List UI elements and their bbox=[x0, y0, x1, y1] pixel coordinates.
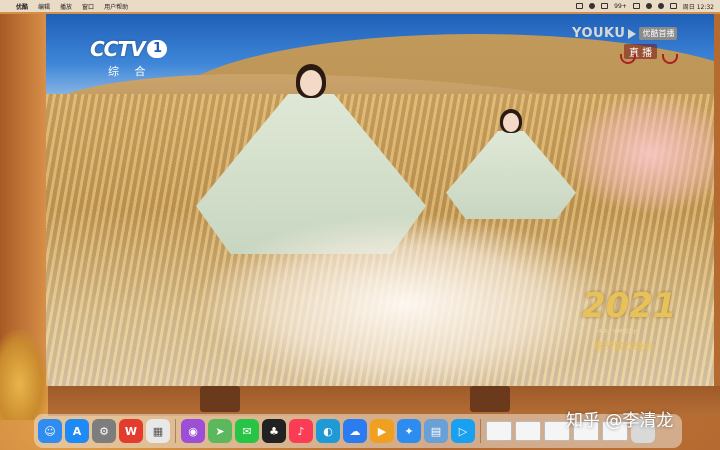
baidu-netdisk-icon[interactable]: ☁ bbox=[343, 419, 367, 443]
status-window-icon[interactable] bbox=[601, 3, 609, 9]
video-pink-mist bbox=[566, 94, 714, 214]
dock-minimized-window[interactable] bbox=[515, 421, 541, 441]
wechat-icon[interactable]: ✉ bbox=[235, 419, 259, 443]
menu-bar: 优酷 编辑 播放 窗口 用户帮助 99+ 周日 12:32 bbox=[0, 0, 720, 12]
channel-logo: CCTV 1 bbox=[90, 37, 168, 61]
youku-text: YOUKU bbox=[572, 26, 626, 41]
search-icon[interactable] bbox=[657, 3, 664, 9]
control-center-icon[interactable] bbox=[669, 3, 677, 9]
youku-play-icon bbox=[628, 28, 637, 39]
status-area: 99+ 周日 12:32 bbox=[576, 2, 720, 11]
dancer-second bbox=[446, 109, 576, 219]
wps-icon[interactable]: W bbox=[119, 419, 143, 443]
preview-icon[interactable]: ▤ bbox=[424, 419, 448, 443]
music-icon[interactable]: ♪ bbox=[289, 419, 313, 443]
status-dot-icon[interactable] bbox=[589, 3, 596, 9]
youku-icon[interactable]: ▷ bbox=[451, 419, 475, 443]
gala-broadcaster: 中央广播电视总台 bbox=[598, 329, 639, 335]
menu-play[interactable]: 播放 bbox=[55, 2, 77, 11]
status-app-icon[interactable] bbox=[576, 3, 584, 9]
wallpaper-chair bbox=[470, 386, 510, 412]
zhihu-watermark: 知乎 @李清龙 bbox=[566, 411, 674, 431]
wallpaper-character-left bbox=[0, 330, 48, 420]
battery-icon[interactable] bbox=[632, 3, 640, 9]
menu-app-name[interactable]: 优酷 bbox=[14, 2, 33, 11]
gala-title: 春节联欢晚会 bbox=[594, 342, 654, 353]
gala-logo: 2021 中央广播电视总台 春节联欢晚会 bbox=[582, 286, 682, 356]
safari-icon[interactable]: ✦ bbox=[397, 419, 421, 443]
podcasts-icon[interactable]: ◉ bbox=[181, 419, 205, 443]
video-white-mist bbox=[196, 214, 616, 386]
channel-logo-text: CCTV bbox=[90, 37, 145, 61]
launchpad-icon[interactable]: ▦ bbox=[146, 419, 170, 443]
menu-window[interactable]: 窗口 bbox=[77, 2, 99, 11]
youku-badge: 优酷首播 bbox=[639, 27, 678, 40]
edge-icon[interactable]: ◐ bbox=[316, 419, 340, 443]
finder-icon[interactable]: ☺ bbox=[38, 419, 62, 443]
system-preferences-icon[interactable]: ⚙ bbox=[92, 419, 116, 443]
maps-icon[interactable]: ➤ bbox=[208, 419, 232, 443]
wallpaper-chair bbox=[200, 386, 240, 412]
qq-icon[interactable]: ♣ bbox=[262, 419, 286, 443]
menu-edit[interactable]: 编辑 bbox=[33, 2, 55, 11]
channel-name: 综 合 bbox=[108, 65, 152, 78]
gala-year: 2021 bbox=[582, 286, 677, 326]
battery-label[interactable]: 99+ bbox=[614, 3, 627, 10]
dock-separator bbox=[480, 419, 481, 443]
dock-minimized-window[interactable] bbox=[486, 421, 512, 441]
wifi-icon[interactable] bbox=[645, 3, 652, 9]
dock-separator bbox=[175, 419, 176, 443]
menu-clock[interactable]: 周日 12:32 bbox=[683, 2, 714, 11]
menu-help[interactable]: 用户帮助 bbox=[99, 2, 133, 11]
youku-watermark: YOUKU 优酷首播 bbox=[572, 26, 678, 41]
app-store-icon[interactable]: A bbox=[65, 419, 89, 443]
infuse-icon[interactable]: ▶ bbox=[370, 419, 394, 443]
video-player[interactable]: CCTV 1 综 合 YOUKU 优酷首播 直 播 2021 中央广播电视总台 … bbox=[46, 14, 714, 386]
channel-number: 1 bbox=[147, 40, 168, 58]
